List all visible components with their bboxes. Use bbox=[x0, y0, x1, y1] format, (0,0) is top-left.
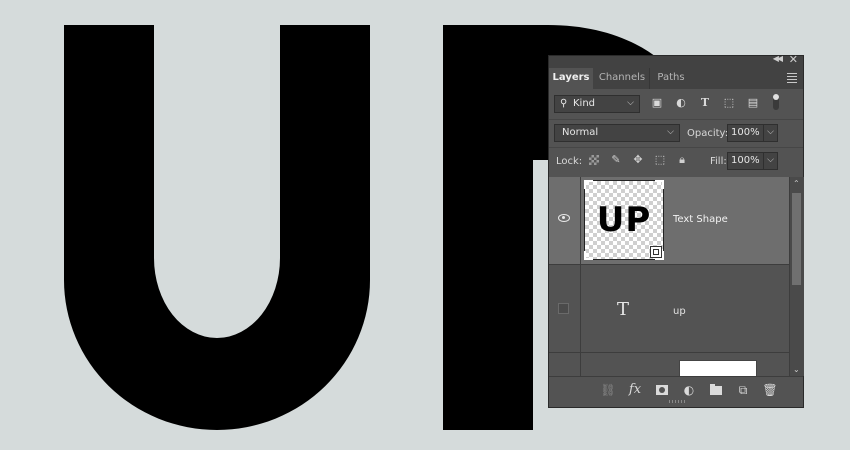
visibility-toggle[interactable] bbox=[549, 353, 581, 376]
visibility-toggle[interactable] bbox=[549, 265, 581, 352]
layer-row-up[interactable]: T up bbox=[549, 265, 789, 353]
link-layers-icon[interactable]: ⛓ bbox=[600, 382, 616, 398]
panel-menu-icon[interactable] bbox=[787, 73, 797, 85]
fill-slider-button[interactable]: ⌵ bbox=[763, 152, 778, 170]
panel-resize-grip[interactable] bbox=[669, 400, 685, 403]
type-filter-icon[interactable]: T bbox=[698, 96, 712, 110]
opacity-label: Opacity: bbox=[687, 128, 729, 139]
new-group-folder-icon[interactable] bbox=[708, 382, 724, 398]
chevron-down-icon: ⌵ bbox=[767, 155, 774, 165]
filter-kind-dropdown[interactable]: ⚲ Kind ⌵ bbox=[554, 95, 640, 113]
thumbnail-corner bbox=[655, 180, 664, 189]
new-layer-icon[interactable]: ⧉ bbox=[735, 382, 751, 398]
chevron-down-icon: ⌵ bbox=[627, 98, 634, 108]
eye-icon[interactable] bbox=[558, 214, 570, 222]
delete-layer-icon[interactable]: 🗑︎ bbox=[762, 382, 778, 398]
lock-all-icon[interactable]: 🔒︎ bbox=[675, 153, 689, 167]
layer-name[interactable]: up bbox=[673, 306, 686, 317]
hidden-visibility-box[interactable] bbox=[558, 303, 569, 314]
blend-mode-value: Normal bbox=[562, 127, 599, 138]
scroll-up-icon[interactable]: ⌃ bbox=[793, 179, 800, 188]
scroll-down-icon[interactable]: ⌄ bbox=[793, 365, 800, 374]
panel-bottom-bar: ⛓ fx ◐ ⧉ 🗑︎ bbox=[549, 376, 803, 403]
image-filter-icon[interactable]: ▣ bbox=[650, 96, 664, 110]
close-panel-icon[interactable]: ✕ bbox=[789, 53, 798, 66]
adjustment-filter-icon[interactable]: ◐ bbox=[674, 96, 688, 110]
add-mask-icon[interactable] bbox=[654, 382, 670, 398]
smart-object-badge-icon bbox=[650, 246, 662, 258]
opacity-input[interactable]: 100% bbox=[727, 124, 763, 142]
layers-scrollbar[interactable]: ⌃ ⌄ bbox=[789, 177, 804, 376]
scrollbar-thumb[interactable] bbox=[792, 193, 801, 285]
lock-label: Lock: bbox=[556, 156, 583, 167]
adjustment-layer-icon[interactable]: ◐ bbox=[681, 382, 697, 398]
layer-row-text-shape[interactable]: UP Text Shape bbox=[549, 177, 789, 265]
filter-toggle[interactable] bbox=[773, 94, 779, 110]
layers-list: UP Text Shape T up bbox=[549, 177, 789, 376]
blend-row: Normal ⌵ Opacity: 100% ⌵ bbox=[549, 119, 803, 146]
opacity-value: 100% bbox=[731, 127, 760, 138]
panel-title-bar[interactable]: ◀◀ ✕ bbox=[549, 53, 803, 68]
letter-u-shape bbox=[64, 25, 370, 430]
text-layer-icon: T bbox=[617, 299, 630, 320]
layer-thumbnail[interactable]: UP bbox=[584, 180, 664, 260]
lock-row: Lock: ✎ ✥ ⬚ 🔒︎ Fill: 100% ⌵ bbox=[549, 147, 803, 174]
thumbnail-corner bbox=[584, 180, 593, 189]
layers-panel: ◀◀ ✕ Layers Channels Paths ⚲ Kind ⌵ ▣ ◐ … bbox=[548, 53, 804, 408]
lock-position-icon[interactable]: ✥ bbox=[631, 153, 645, 167]
fill-value: 100% bbox=[731, 155, 760, 166]
blend-mode-dropdown[interactable]: Normal ⌵ bbox=[554, 124, 680, 142]
thumbnail-text: UP bbox=[596, 200, 652, 240]
search-icon: ⚲ bbox=[560, 98, 568, 109]
layer-style-fx-icon[interactable]: fx bbox=[627, 382, 643, 398]
lock-artboard-icon[interactable]: ⬚ bbox=[653, 153, 667, 167]
tab-layers[interactable]: Layers bbox=[549, 68, 593, 89]
chevron-down-icon: ⌵ bbox=[667, 127, 674, 137]
tab-paths[interactable]: Paths bbox=[649, 68, 692, 89]
thumbnail-corner bbox=[584, 251, 593, 260]
layer-thumbnail[interactable] bbox=[679, 360, 757, 376]
panel-tabs: Layers Channels Paths bbox=[549, 68, 803, 89]
layer-name[interactable]: Text Shape bbox=[673, 214, 728, 225]
fill-label: Fill: bbox=[710, 156, 727, 167]
tab-channels[interactable]: Channels bbox=[595, 68, 649, 89]
fill-input[interactable]: 100% bbox=[727, 152, 763, 170]
collapse-panel-icon[interactable]: ◀◀ bbox=[773, 54, 783, 63]
shape-filter-icon[interactable]: ⬚ bbox=[722, 96, 736, 110]
opacity-slider-button[interactable]: ⌵ bbox=[763, 124, 778, 142]
smart-object-filter-icon[interactable]: ▤ bbox=[746, 96, 760, 110]
chevron-down-icon: ⌵ bbox=[767, 127, 774, 137]
filter-kind-label: Kind bbox=[573, 98, 596, 109]
lock-transparent-pixels-icon[interactable] bbox=[589, 155, 599, 165]
layer-filter-row: ⚲ Kind ⌵ ▣ ◐ T ⬚ ▤ bbox=[549, 91, 803, 117]
layer-row-fill[interactable] bbox=[549, 353, 789, 376]
visibility-toggle[interactable] bbox=[549, 177, 581, 264]
lock-image-pixels-icon[interactable]: ✎ bbox=[609, 153, 623, 167]
